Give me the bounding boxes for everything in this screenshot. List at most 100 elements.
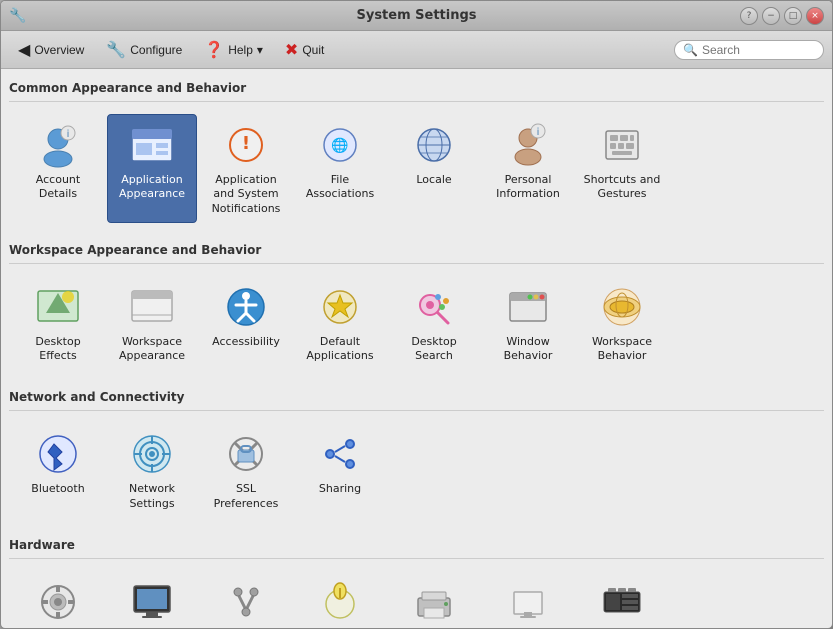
back-icon: ◀ (18, 40, 30, 60)
display-monitor-icon (128, 578, 176, 626)
configure-label: Configure (130, 43, 182, 57)
item-desktop-search[interactable]: Desktop Search (389, 276, 479, 371)
help-button-toolbar[interactable]: ❓ Help ▾ (195, 36, 272, 64)
application-appearance-label: Application Appearance (112, 173, 192, 202)
item-accessibility[interactable]: Accessibility (201, 276, 291, 371)
ssl-preferences-icon (222, 430, 270, 478)
svg-text:🌐: 🌐 (331, 137, 348, 154)
title-bar: 🔧 System Settings ? − □ × (1, 1, 832, 31)
configure-button[interactable]: 🔧 Configure (97, 36, 191, 64)
item-personal-information[interactable]: i Personal Information (483, 114, 573, 223)
item-sharing[interactable]: Sharing (295, 423, 385, 518)
overview-label: Overview (34, 43, 84, 57)
section-hardware-grid: Device Actions Display and Monitor (9, 567, 824, 628)
section-network-grid: Bluetooth (9, 419, 824, 522)
account-details-icon: i (34, 121, 82, 169)
help-button[interactable]: ? (740, 7, 758, 25)
item-device-actions[interactable]: Device Actions (13, 571, 103, 628)
title-bar-left: 🔧 (9, 8, 26, 24)
desktop-search-icon (410, 283, 458, 331)
quit-button[interactable]: ✖ Quit (276, 36, 333, 64)
close-button[interactable]: × (806, 7, 824, 25)
section-common-header: Common Appearance and Behavior (9, 77, 824, 102)
item-bluetooth[interactable]: Bluetooth (13, 423, 103, 518)
overview-button[interactable]: ◀ Overview (9, 36, 93, 64)
item-workspace-appearance[interactable]: Workspace Appearance (107, 276, 197, 371)
locale-label: Locale (416, 173, 451, 187)
accessibility-icon (222, 283, 270, 331)
personal-information-label: Personal Information (488, 173, 568, 202)
minimize-button[interactable]: − (762, 7, 780, 25)
item-account-details[interactable]: i Account Details (13, 114, 103, 223)
item-shortcuts-gestures[interactable]: Shortcuts and Gestures (577, 114, 667, 223)
main-content: Common Appearance and Behavior i Account… (1, 69, 832, 628)
quit-label: Quit (302, 43, 324, 57)
item-display-monitor[interactable]: Display and Monitor (107, 571, 197, 628)
workspace-appearance-icon (128, 283, 176, 331)
section-workspace-grid: Desktop Effects Workspace Appearance (9, 272, 824, 375)
shortcuts-gestures-label: Shortcuts and Gestures (582, 173, 662, 202)
bluetooth-icon (34, 430, 82, 478)
help-label: Help (228, 43, 253, 57)
desktop-effects-icon (34, 283, 82, 331)
workspace-behavior-icon (598, 283, 646, 331)
file-associations-icon: 🌐 (316, 121, 364, 169)
help-icon: ❓ (204, 40, 224, 60)
svg-text:!: ! (242, 133, 250, 154)
section-network-header: Network and Connectivity (9, 386, 824, 411)
search-box[interactable]: 🔍 (674, 40, 824, 60)
section-hardware: Hardware (9, 534, 824, 628)
input-devices-icon (222, 578, 270, 626)
item-app-system-notifications[interactable]: ! Application and System Notifications (201, 114, 291, 223)
item-multimedia[interactable]: Multimedia (577, 571, 667, 628)
item-ssl-preferences[interactable]: SSL Preferences (201, 423, 291, 518)
item-desktop-effects[interactable]: Desktop Effects (13, 276, 103, 371)
item-removable-devices[interactable]: Removable Devices (483, 571, 573, 628)
app-icon: 🔧 (9, 8, 26, 24)
section-common-grid: i Account Details (9, 110, 824, 227)
window-controls: ? − □ × (740, 7, 824, 25)
svg-text:i: i (537, 127, 540, 138)
main-window: 🔧 System Settings ? − □ × ◀ Overview 🔧 C… (0, 0, 833, 629)
search-icon: 🔍 (683, 43, 698, 57)
multimedia-icon (598, 578, 646, 626)
window-behavior-label: Window Behavior (488, 335, 568, 364)
workspace-behavior-label: Workspace Behavior (582, 335, 662, 364)
app-system-notifications-icon: ! (222, 121, 270, 169)
item-network-settings[interactable]: Network Settings (107, 423, 197, 518)
item-printers[interactable]: Printers (389, 571, 479, 628)
svg-text:i: i (67, 129, 70, 140)
section-hardware-header: Hardware (9, 534, 824, 559)
workspace-appearance-label: Workspace Appearance (112, 335, 192, 364)
shortcuts-gestures-icon (598, 121, 646, 169)
item-file-associations[interactable]: 🌐 File Associations (295, 114, 385, 223)
configure-icon: 🔧 (106, 40, 126, 60)
removable-devices-icon (504, 578, 552, 626)
item-default-applications[interactable]: Default Applications (295, 276, 385, 371)
bluetooth-label: Bluetooth (31, 482, 84, 496)
window-behavior-icon (504, 283, 552, 331)
item-power-management[interactable]: Power Management (295, 571, 385, 628)
network-settings-icon (128, 430, 176, 478)
help-dropdown-icon: ▾ (257, 43, 263, 57)
network-settings-label: Network Settings (112, 482, 192, 511)
section-workspace-header: Workspace Appearance and Behavior (9, 239, 824, 264)
section-network: Network and Connectivity Bluetooth (9, 386, 824, 522)
content-area: Common Appearance and Behavior i Account… (1, 69, 832, 628)
item-window-behavior[interactable]: Window Behavior (483, 276, 573, 371)
item-workspace-behavior[interactable]: Workspace Behavior (577, 276, 667, 371)
section-workspace: Workspace Appearance and Behavior Deskto… (9, 239, 824, 375)
ssl-preferences-label: SSL Preferences (206, 482, 286, 511)
item-application-appearance[interactable]: Application Appearance (107, 114, 197, 223)
desktop-search-label: Desktop Search (394, 335, 474, 364)
item-input-devices[interactable]: Input Devices (201, 571, 291, 628)
section-common: Common Appearance and Behavior i Account… (9, 77, 824, 227)
default-applications-icon (316, 283, 364, 331)
account-details-label: Account Details (18, 173, 98, 202)
maximize-button[interactable]: □ (784, 7, 802, 25)
item-locale[interactable]: Locale (389, 114, 479, 223)
quit-icon: ✖ (285, 40, 298, 60)
personal-information-icon: i (504, 121, 552, 169)
application-appearance-icon (128, 121, 176, 169)
search-input[interactable] (702, 43, 822, 57)
